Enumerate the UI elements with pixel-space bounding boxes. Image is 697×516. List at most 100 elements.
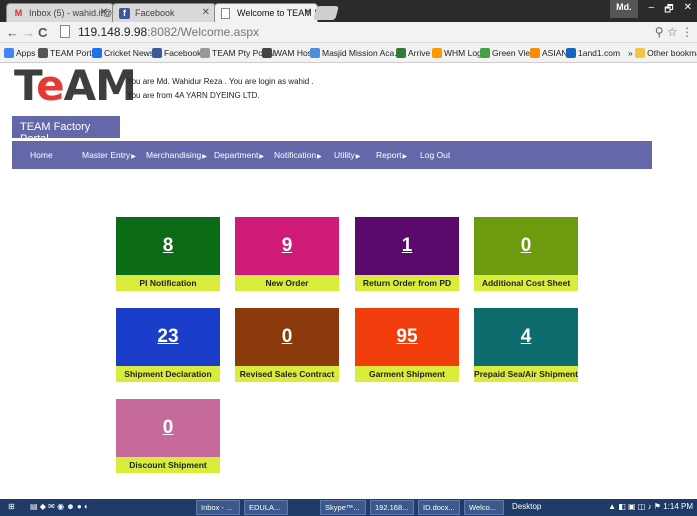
- tray-icons[interactable]: ▲ ◧ ▣ ◫ ♪ ⚑: [608, 502, 663, 511]
- bookmark-label: Masjid Mission Aca...: [322, 48, 402, 58]
- bookmark-icon: [480, 48, 490, 58]
- taskbar-button-docx[interactable]: ID.docx...: [418, 500, 460, 515]
- pinned-apps-icon[interactable]: ▤ ◆ ✉ ◉ ☻ ● ◐: [30, 502, 89, 511]
- close-icon[interactable]: ✕: [304, 7, 312, 18]
- close-window-button[interactable]: ✕: [679, 0, 697, 18]
- tile-count[interactable]: 1: [402, 235, 413, 257]
- other-bookmarks[interactable]: » Other bookmark: [628, 48, 697, 58]
- back-arrow-icon[interactable]: ←: [6, 25, 19, 40]
- bookmark-asian[interactable]: ASIAN: [530, 48, 568, 58]
- bookmark-icon: [396, 48, 406, 58]
- tile-label: Garment Shipment: [355, 366, 459, 382]
- windows-taskbar: ⊞ ▤ ◆ ✉ ◉ ☻ ● ◐ Inbox - ... EDULA... Sky…: [0, 499, 697, 516]
- maximize-button[interactable]: 🗗: [659, 0, 678, 18]
- bookmark-icon: [310, 48, 320, 58]
- tile-revised-sales-contract[interactable]: 0 Revised Sales Contract: [235, 308, 339, 382]
- menu-log-out[interactable]: Log Out: [420, 150, 450, 160]
- bookmark-apps[interactable]: Apps: [4, 48, 35, 58]
- tile-pi-notification[interactable]: 8 PI Notification: [116, 217, 220, 291]
- bookmark-label: Apps: [16, 48, 36, 58]
- folder-icon: [635, 48, 646, 58]
- tile-count[interactable]: 8: [163, 235, 174, 257]
- new-tab-button[interactable]: [313, 6, 339, 20]
- tile-count[interactable]: 23: [157, 326, 178, 348]
- main-menu: Home Master Entry▶ Merchandising▶ Depart…: [12, 141, 652, 169]
- bookmark-label: ASIAN: [542, 48, 568, 58]
- menu-utility[interactable]: Utility▶: [334, 150, 360, 160]
- system-tray: ▲ ◧ ▣ ◫ ♪ ⚑ 1:14 PM: [608, 502, 693, 511]
- submenu-arrow-icon: ▶: [355, 154, 361, 160]
- tile-label: Revised Sales Contract: [235, 366, 339, 382]
- bookmark-icon: [566, 48, 576, 58]
- bookmark-masjid-mission[interactable]: Masjid Mission Aca...: [310, 48, 401, 58]
- clock[interactable]: 1:14 PM: [663, 502, 693, 511]
- welcome-line: You are Md. Wahidur Reza . You are login…: [127, 77, 314, 86]
- taskbar-button-inbox[interactable]: Inbox - ...: [196, 500, 240, 515]
- taskbar-button-edula[interactable]: EDULA...: [244, 500, 288, 515]
- tile-shipment-declaration[interactable]: 23 Shipment Declaration: [116, 308, 220, 382]
- bookmark-team-portal[interactable]: TEAM Portal: [38, 48, 98, 58]
- tab-welcome[interactable]: Welcome to TEAM Factory ✕: [214, 3, 318, 22]
- tile-discount-shipment[interactable]: 0 Discount Shipment: [116, 399, 220, 473]
- logo-text: e: [36, 61, 64, 110]
- tile-label: Additional Cost Sheet: [474, 275, 578, 291]
- bookmark-icon: [200, 48, 210, 58]
- bookmark-wam-host[interactable]: WAM Host: [262, 48, 314, 58]
- reload-icon[interactable]: C: [38, 25, 47, 40]
- submenu-arrow-icon: ▶: [259, 154, 265, 160]
- bookmark-label: 1and1.com: [578, 48, 621, 58]
- forward-arrow-icon[interactable]: →: [22, 25, 35, 40]
- url-field[interactable]: 119.148.9.98:8082/Welcome.aspx: [56, 23, 676, 41]
- tab-facebook[interactable]: f Facebook ✕: [112, 3, 216, 22]
- tile-count[interactable]: 9: [282, 235, 293, 257]
- tile-count[interactable]: 4: [521, 326, 532, 348]
- bookmark-star-icon[interactable]: ⚲ ☆ ⋮: [655, 25, 693, 39]
- tile-prepaid-shipment[interactable]: 4 Prepaid Sea/Air Shipment: [474, 308, 578, 382]
- tile-label: Shipment Declaration: [116, 366, 220, 382]
- start-icon[interactable]: ⊞: [8, 502, 15, 511]
- document-icon: [221, 8, 230, 19]
- tile-count[interactable]: 0: [163, 417, 174, 439]
- menu-notification[interactable]: Notification▶: [274, 150, 322, 160]
- bookmark-arrive[interactable]: Arrive: [396, 48, 430, 58]
- tab-label: Facebook: [135, 8, 175, 18]
- portal-title: TEAM Factory Portal: [12, 116, 120, 145]
- bookmark-label: WAM Host: [274, 48, 315, 58]
- bookmark-label: Other bookmark: [647, 48, 697, 58]
- desktop-toolbar[interactable]: Desktop: [512, 502, 541, 511]
- taskbar-button-skype[interactable]: Skype™...: [320, 500, 366, 515]
- bookmark-facebook[interactable]: Facebook: [152, 48, 201, 58]
- tile-count[interactable]: 0: [282, 326, 293, 348]
- bookmark-1and1[interactable]: 1and1.com: [566, 48, 620, 58]
- minimize-button[interactable]: –: [644, 0, 660, 18]
- tile-count[interactable]: 0: [521, 235, 532, 257]
- close-icon[interactable]: ✕: [202, 7, 210, 18]
- profile-badge[interactable]: Md.: [610, 0, 638, 18]
- tile-additional-cost-sheet[interactable]: 0 Additional Cost Sheet: [474, 217, 578, 291]
- bookmark-label: TEAM Portal: [50, 48, 99, 58]
- menu-master-entry[interactable]: Master Entry▶: [82, 150, 136, 160]
- close-icon[interactable]: ✕: [100, 7, 108, 18]
- taskbar-button-welcome[interactable]: Welco...: [464, 500, 504, 515]
- menu-department[interactable]: Department▶: [214, 150, 264, 160]
- taskbar-button-ip[interactable]: 192.168...: [370, 500, 414, 515]
- bookmark-icon: [38, 48, 48, 58]
- bookmark-label: Arrive: [408, 48, 431, 58]
- gmail-icon: M: [14, 8, 23, 18]
- tile-garment-shipment[interactable]: 95 Garment Shipment: [355, 308, 459, 382]
- bookmark-green-view[interactable]: Green View: [480, 48, 536, 58]
- tile-new-order[interactable]: 9 New Order: [235, 217, 339, 291]
- bookmarks-bar: Apps TEAM Portal Cricket News Facebook T…: [0, 43, 697, 63]
- menu-home[interactable]: Home: [30, 150, 53, 160]
- tile-box: 95: [355, 308, 459, 366]
- team-logo: TeAM: [14, 65, 137, 107]
- tile-box: 1: [355, 217, 459, 275]
- address-bar-row: ← → C 119.148.9.98:8082/Welcome.aspx ⚲ ☆…: [0, 22, 697, 43]
- menu-merchandising[interactable]: Merchandising▶: [146, 150, 207, 160]
- tile-count[interactable]: 95: [396, 326, 417, 348]
- tile-return-order[interactable]: 1 Return Order from PD: [355, 217, 459, 291]
- bookmark-cricket-news[interactable]: Cricket News: [92, 48, 154, 58]
- tab-gmail[interactable]: M Inbox (5) - wahid.it@team ✕: [6, 3, 114, 22]
- menu-report[interactable]: Report▶: [376, 150, 407, 160]
- bookmark-icon: [530, 48, 540, 58]
